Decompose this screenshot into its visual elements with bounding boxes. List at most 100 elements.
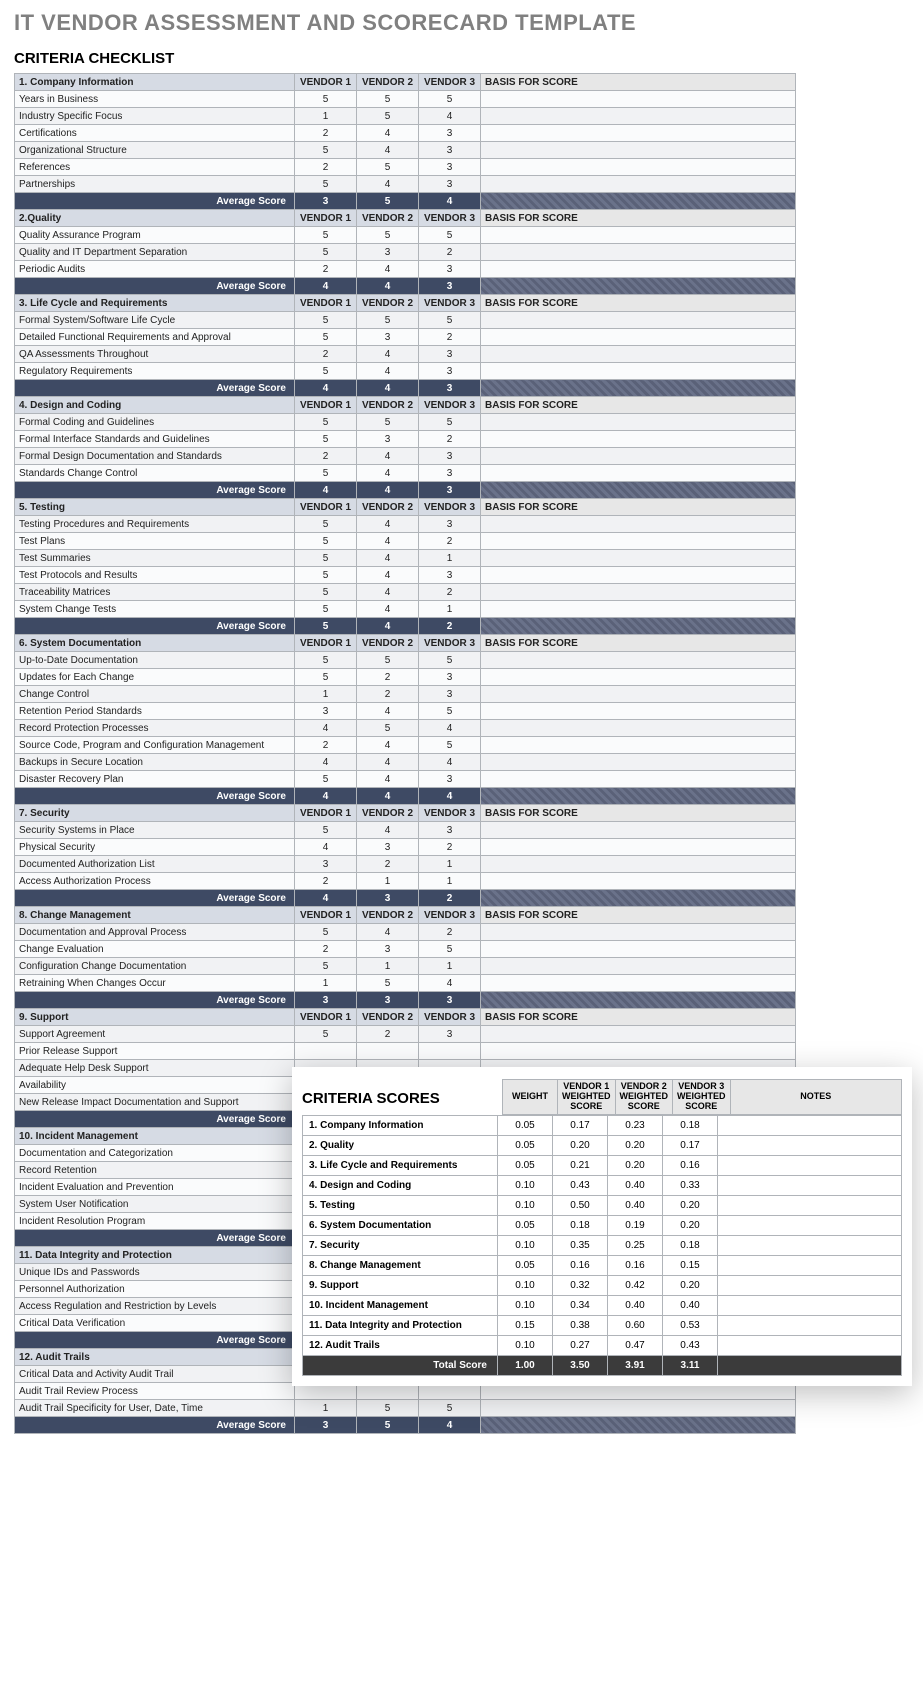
average-label: Average Score — [15, 278, 295, 295]
score-cell: 4 — [357, 601, 419, 618]
score-cell: 3 — [357, 329, 419, 346]
col-header: VENDOR 2 — [357, 907, 419, 924]
checklist-title: CRITERIA CHECKLIST — [14, 50, 909, 67]
ov-weight-cell: 0.05 — [498, 1255, 553, 1275]
criteria-label: Test Protocols and Results — [15, 567, 295, 584]
criteria-label: Formal Coding and Guidelines — [15, 414, 295, 431]
average-label: Average Score — [15, 193, 295, 210]
criteria-label: Personnel Authorization — [15, 1281, 295, 1298]
col-header: VENDOR 1 — [295, 74, 357, 91]
score-cell: 5 — [357, 91, 419, 108]
ov-score-cell: 0.43 — [663, 1335, 718, 1355]
basis-cell — [481, 1043, 796, 1060]
basis-cell — [481, 856, 796, 873]
ov-notes-cell — [718, 1315, 902, 1335]
criteria-label: Critical Data and Activity Audit Trail — [15, 1366, 295, 1383]
score-cell: 5 — [295, 414, 357, 431]
score-cell: 5 — [419, 1400, 481, 1417]
section-header: 8. Change Management — [15, 907, 295, 924]
score-cell: 2 — [419, 924, 481, 941]
basis-cell — [481, 1400, 796, 1417]
col-header: VENDOR 1 — [295, 1009, 357, 1026]
criteria-label: Regulatory Requirements — [15, 363, 295, 380]
score-cell: 3 — [419, 669, 481, 686]
basis-cell — [481, 601, 796, 618]
score-cell: 1 — [419, 856, 481, 873]
criteria-label: Physical Security — [15, 839, 295, 856]
score-cell: 2 — [419, 244, 481, 261]
score-cell: 4 — [357, 465, 419, 482]
score-cell: 2 — [295, 941, 357, 958]
basis-cell — [481, 261, 796, 278]
score-cell: 3 — [295, 856, 357, 873]
score-cell: 2 — [295, 448, 357, 465]
criteria-label: Record Protection Processes — [15, 720, 295, 737]
ov-score-cell: 0.40 — [608, 1195, 663, 1215]
criteria-label: Test Plans — [15, 533, 295, 550]
score-cell: 3 — [419, 516, 481, 533]
basis-cell — [481, 720, 796, 737]
score-cell: 5 — [295, 567, 357, 584]
ov-weight-cell: 0.10 — [498, 1335, 553, 1355]
ov-total-cell: 3.11 — [663, 1355, 718, 1375]
ov-score-cell: 0.35 — [553, 1235, 608, 1255]
ov-criteria-label: 8. Change Management — [303, 1255, 498, 1275]
score-cell: 2 — [295, 346, 357, 363]
basis-cell — [481, 312, 796, 329]
score-cell: 1 — [357, 873, 419, 890]
basis-cell — [481, 941, 796, 958]
criteria-label: Change Evaluation — [15, 941, 295, 958]
score-cell: 2 — [295, 125, 357, 142]
basis-cell — [481, 159, 796, 176]
score-cell: 5 — [295, 312, 357, 329]
average-cell: 4 — [357, 482, 419, 499]
score-cell: 4 — [357, 567, 419, 584]
ov-score-cell: 0.20 — [663, 1215, 718, 1235]
score-cell: 2 — [357, 669, 419, 686]
score-cell: 5 — [419, 227, 481, 244]
score-cell: 2 — [295, 261, 357, 278]
score-cell: 5 — [295, 822, 357, 839]
score-cell: 5 — [357, 975, 419, 992]
ov-col-header: VENDOR 3 WEIGHTED SCORE — [673, 1080, 731, 1115]
average-basis — [481, 788, 796, 805]
score-cell: 4 — [357, 822, 419, 839]
ov-score-cell: 0.60 — [608, 1315, 663, 1335]
score-cell: 4 — [357, 737, 419, 754]
score-cell: 4 — [357, 261, 419, 278]
average-cell: 4 — [295, 482, 357, 499]
average-label: Average Score — [15, 1111, 295, 1128]
criteria-label: Critical Data Verification — [15, 1315, 295, 1332]
ov-total-cell: 3.91 — [608, 1355, 663, 1375]
average-label: Average Score — [15, 890, 295, 907]
criteria-label: Industry Specific Focus — [15, 108, 295, 125]
ov-weight-cell: 0.05 — [498, 1155, 553, 1175]
score-cell: 5 — [419, 737, 481, 754]
score-cell: 1 — [419, 958, 481, 975]
ov-score-cell: 0.25 — [608, 1235, 663, 1255]
ov-total-label: Total Score — [303, 1355, 498, 1375]
basis-cell — [481, 363, 796, 380]
score-cell: 5 — [357, 652, 419, 669]
score-cell: 2 — [295, 159, 357, 176]
average-cell: 4 — [419, 1417, 481, 1434]
criteria-label: Access Regulation and Restriction by Lev… — [15, 1298, 295, 1315]
ov-score-cell: 0.18 — [663, 1235, 718, 1255]
ov-score-cell: 0.15 — [663, 1255, 718, 1275]
score-cell: 5 — [295, 771, 357, 788]
ov-score-cell: 0.34 — [553, 1295, 608, 1315]
criteria-label: Documentation and Categorization — [15, 1145, 295, 1162]
criteria-label: Traceability Matrices — [15, 584, 295, 601]
ov-criteria-label: 2. Quality — [303, 1135, 498, 1155]
ov-score-cell: 0.20 — [608, 1135, 663, 1155]
criteria-label: Audit Trail Review Process — [15, 1383, 295, 1400]
ov-score-cell: 0.50 — [553, 1195, 608, 1215]
basis-cell — [481, 227, 796, 244]
criteria-scores-table: 1. Company Information0.050.170.230.182.… — [302, 1115, 902, 1376]
col-header: VENDOR 3 — [419, 805, 481, 822]
ov-weight-cell: 0.10 — [498, 1175, 553, 1195]
basis-cell — [481, 448, 796, 465]
average-label: Average Score — [15, 1417, 295, 1434]
average-cell: 3 — [295, 1417, 357, 1434]
criteria-label: Quality and IT Department Separation — [15, 244, 295, 261]
